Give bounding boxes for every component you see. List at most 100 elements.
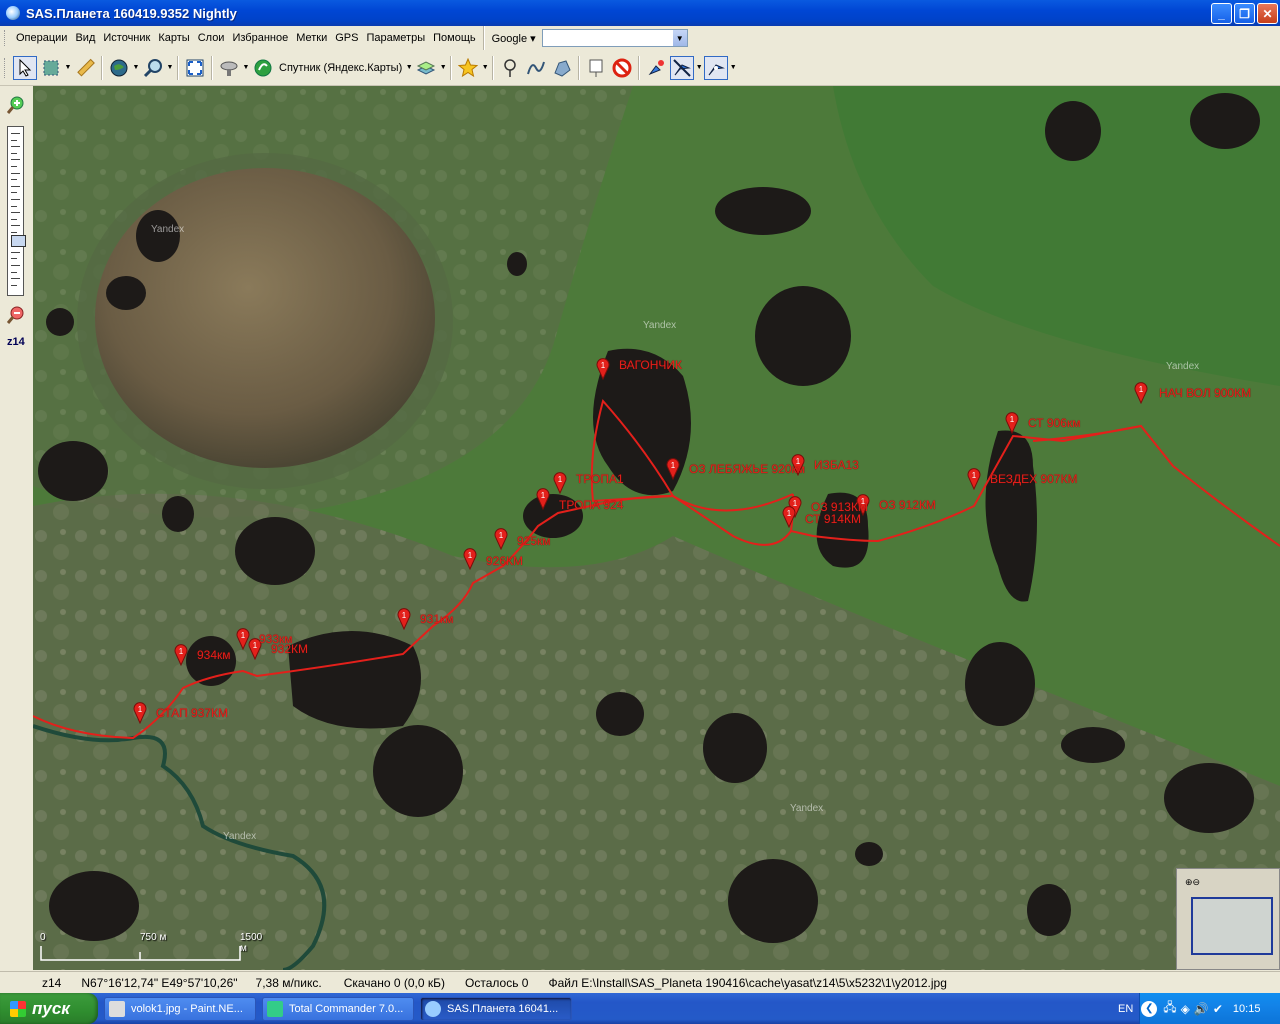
placemark-pin-icon[interactable]: 1 bbox=[967, 468, 981, 490]
add-path-button[interactable] bbox=[524, 56, 548, 80]
placemark-label[interactable]: ИЗБА13 bbox=[814, 458, 859, 472]
language-indicator[interactable]: EN bbox=[1118, 1003, 1133, 1015]
gps-connect-button[interactable] bbox=[644, 56, 668, 80]
placemark-label[interactable]: ТРОПА1 bbox=[576, 472, 624, 486]
minimap-zoom-icon[interactable]: ⊕⊖ bbox=[1185, 877, 1200, 888]
satellite-dish-button[interactable] bbox=[217, 56, 241, 80]
map-source-dropdown[interactable]: ▼ bbox=[405, 64, 413, 71]
placemark-pin-icon[interactable]: 1 bbox=[133, 702, 147, 724]
menu-help[interactable]: Помощь bbox=[429, 32, 480, 44]
placemark-pin-icon[interactable]: 1 bbox=[1134, 382, 1148, 404]
placemark-label[interactable]: 931км bbox=[420, 612, 454, 626]
map-view[interactable]: 1 ВАГОНЧИК 1 НАЧ ВОЛ 900КМ 1 СТ 906км 1 ВЕЗДЕХ … bbox=[33, 86, 1280, 970]
placemark-label[interactable]: ВЕЗДЕХ 907КМ bbox=[990, 472, 1077, 486]
gps-track-dropdown[interactable]: ▼ bbox=[695, 64, 703, 71]
placemark-label[interactable]: 934км bbox=[197, 648, 231, 662]
favorites-dropdown[interactable]: ▼ bbox=[481, 64, 489, 71]
placemark-label[interactable]: НАЧ ВОЛ 900КМ bbox=[1159, 386, 1251, 400]
update-icon[interactable]: ✔ bbox=[1213, 1002, 1223, 1016]
ruler-button[interactable] bbox=[73, 56, 97, 80]
volume-icon[interactable]: 🔊 bbox=[1194, 1002, 1209, 1016]
minimize-button[interactable]: _ bbox=[1211, 3, 1232, 24]
search-input[interactable]: ▼ bbox=[541, 29, 688, 47]
svg-text:1: 1 bbox=[601, 361, 606, 370]
menu-layers[interactable]: Слои bbox=[194, 32, 229, 44]
zoom-in-button[interactable] bbox=[6, 96, 25, 117]
pointer-tool-button[interactable] bbox=[13, 55, 37, 80]
placemark-label[interactable]: 925км bbox=[517, 534, 551, 548]
zoom-tool-button[interactable] bbox=[141, 56, 165, 80]
scale-bar: 0 750 м 1500 м bbox=[40, 932, 262, 964]
mini-map[interactable]: ⊕⊖ bbox=[1176, 868, 1280, 970]
layers-button[interactable] bbox=[414, 56, 438, 80]
placemark-pin-icon[interactable]: 1 bbox=[782, 506, 796, 528]
placemark-pin-icon[interactable]: 1 bbox=[666, 458, 680, 480]
globe-dropdown[interactable]: ▼ bbox=[132, 64, 140, 71]
shield-icon[interactable]: ◈ bbox=[1181, 1002, 1190, 1016]
zoom-slider[interactable] bbox=[7, 126, 26, 296]
globe-button[interactable] bbox=[107, 56, 131, 80]
menu-favorites[interactable]: Избранное bbox=[228, 32, 292, 44]
satellite-dish-dropdown[interactable]: ▼ bbox=[242, 64, 250, 71]
placemark-label[interactable]: СТ 906км bbox=[1028, 416, 1080, 430]
favorites-button[interactable] bbox=[456, 56, 480, 80]
placemark-pin-icon[interactable]: 1 bbox=[1005, 412, 1019, 434]
zoom-slider-thumb[interactable] bbox=[11, 235, 26, 247]
placemark-label[interactable]: СТАП 937КМ bbox=[156, 706, 228, 720]
zoom-tick bbox=[11, 205, 17, 207]
chevron-down-icon[interactable]: ▼ bbox=[672, 30, 687, 46]
placemark-label[interactable]: ВАГОНЧИК bbox=[619, 358, 682, 372]
placemark-pin-icon[interactable]: 1 bbox=[536, 488, 550, 510]
add-polygon-button[interactable] bbox=[550, 56, 574, 80]
menu-view[interactable]: Вид bbox=[71, 32, 99, 44]
yandex-watermark: Yandex bbox=[790, 803, 824, 814]
placemark-pin-icon[interactable]: 1 bbox=[174, 644, 188, 666]
taskbar-item-paint[interactable]: volok1.jpg - Paint.NE... bbox=[104, 996, 256, 1021]
placemark-label[interactable]: 926КМ bbox=[486, 554, 523, 568]
start-button[interactable]: пуск bbox=[0, 993, 98, 1024]
zoom-tool-dropdown[interactable]: ▼ bbox=[166, 64, 174, 71]
minimap-viewport[interactable] bbox=[1191, 897, 1273, 955]
menu-maps[interactable]: Карты bbox=[154, 32, 193, 44]
toolbar-grip[interactable] bbox=[4, 30, 8, 46]
tray-expand-icon[interactable]: ❮ bbox=[1141, 1000, 1158, 1017]
hide-placemarks-button[interactable] bbox=[610, 56, 634, 80]
gps-center-button[interactable] bbox=[704, 55, 729, 80]
menu-operations[interactable]: Операции bbox=[12, 32, 71, 44]
placemark-pin-icon[interactable]: 1 bbox=[397, 608, 411, 630]
menu-gps[interactable]: GPS bbox=[331, 32, 362, 44]
fullscreen-button[interactable] bbox=[183, 56, 207, 80]
zoom-tick bbox=[11, 258, 17, 260]
placemark-pin-icon[interactable]: 1 bbox=[553, 472, 567, 494]
placemark-label[interactable]: 933км bbox=[259, 632, 293, 646]
gps-track-button[interactable] bbox=[670, 55, 695, 80]
add-placemark-button[interactable] bbox=[498, 56, 522, 80]
placemark-label[interactable]: ОЗ ЛЕБЯЖЬЕ 920км bbox=[689, 462, 805, 476]
menu-placemarks[interactable]: Метки bbox=[292, 32, 331, 44]
placemark-label[interactable]: ТРОПА 924 bbox=[559, 498, 623, 512]
placemark-label[interactable]: ОЗ 912КМ bbox=[879, 498, 936, 512]
search-provider-dropdown[interactable]: Google ▾ bbox=[488, 32, 540, 45]
main-toolbar: ▼ ▼ ▼ ▼ Спутник (Яндекс.Карты) ▼ ▼ ▼ ▼ ▼ bbox=[0, 50, 1280, 86]
placemarks-visibility-button[interactable] bbox=[584, 56, 608, 80]
placemark-label[interactable]: СТ 914КМ bbox=[805, 512, 861, 526]
placemark-pin-icon[interactable]: 1 bbox=[596, 358, 610, 380]
select-region-dropdown[interactable]: ▼ bbox=[64, 64, 72, 71]
maximize-button[interactable]: ❐ bbox=[1234, 3, 1255, 24]
gps-center-dropdown[interactable]: ▼ bbox=[729, 64, 737, 71]
menu-source[interactable]: Источник bbox=[99, 32, 154, 44]
taskbar-item-total-commander[interactable]: Total Commander 7.0... bbox=[262, 996, 414, 1021]
map-source-label[interactable]: Спутник (Яндекс.Карты) bbox=[279, 62, 402, 74]
close-button[interactable]: ✕ bbox=[1257, 3, 1278, 24]
network-icon[interactable]: 🖧 bbox=[1163, 998, 1176, 1019]
taskbar-item-sas-planeta[interactable]: SAS.Планета 16041... bbox=[420, 996, 572, 1021]
map-type-button[interactable] bbox=[251, 56, 275, 80]
toolbar-grip[interactable] bbox=[4, 57, 8, 78]
menu-parameters[interactable]: Параметры bbox=[362, 32, 429, 44]
select-region-button[interactable] bbox=[39, 56, 63, 80]
placemark-pin-icon[interactable]: 1 bbox=[236, 628, 250, 650]
placemark-pin-icon[interactable]: 1 bbox=[494, 528, 508, 550]
placemark-pin-icon[interactable]: 1 bbox=[463, 548, 477, 570]
layers-dropdown[interactable]: ▼ bbox=[439, 64, 447, 71]
zoom-out-button[interactable] bbox=[6, 306, 25, 327]
